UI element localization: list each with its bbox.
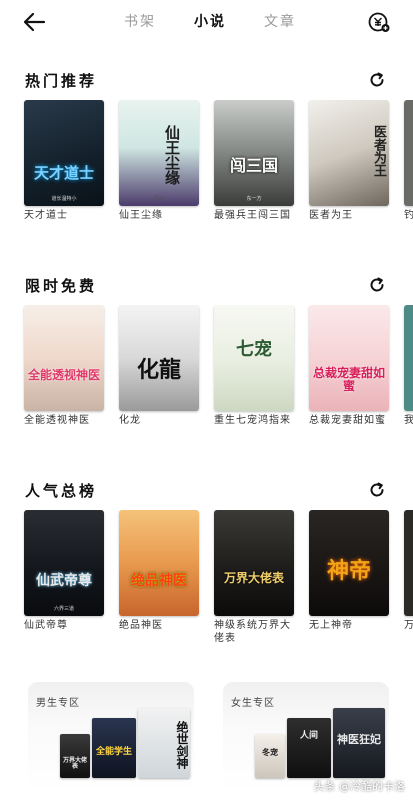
book-cover: 医者为王 <box>309 100 389 206</box>
tab-bar: 书架 小说 文章 <box>118 11 308 33</box>
category-card-male[interactable]: 男生专区 万界大佬表 全能学生 绝世剑神 <box>28 682 194 792</box>
section-title: 限时免费 <box>25 277 98 295</box>
book-title: 天才道士 <box>24 210 68 221</box>
book-card[interactable]: 万 <box>404 510 413 632</box>
book-cover: 全能透视神医 <box>24 305 104 411</box>
tab-bookshelf[interactable]: 书架 <box>124 11 156 31</box>
refresh-icon[interactable] <box>368 481 386 499</box>
coin-add-icon[interactable] <box>368 11 390 33</box>
book-row-free: 全能透视神医 全能透视神医 化龍 化龙 七宠 重生七宠鸿指来 总裁宠妻甜如蜜 总… <box>0 305 413 455</box>
mini-cover: 冬宠 <box>255 734 285 778</box>
section-header-popular: 人气总榜 <box>0 480 413 502</box>
book-cover: 闯三国 东一方 <box>214 100 294 206</box>
book-title: 绝品神医 <box>119 620 163 631</box>
book-cover <box>404 510 413 616</box>
book-title: 钓 <box>404 210 413 221</box>
section-title: 人气总榜 <box>25 482 98 500</box>
refresh-icon[interactable] <box>368 71 386 89</box>
book-card[interactable]: 医者为王 医者为王 <box>309 100 389 222</box>
book-card[interactable]: 全能透视神医 全能透视神医 <box>24 305 104 427</box>
book-title: 我 <box>404 415 413 426</box>
section-title: 热门推荐 <box>25 72 98 90</box>
book-title: 无上神帝 <box>309 620 353 631</box>
book-card[interactable]: 我 <box>404 305 413 427</box>
book-card[interactable]: 万界大佬表 神级系统万界大佬表 <box>214 510 294 645</box>
refresh-icon[interactable] <box>368 276 386 294</box>
back-arrow-icon[interactable] <box>22 11 46 33</box>
book-cover: 天才道士 道长温特小 <box>24 100 104 206</box>
book-card[interactable]: 七宠 重生七宠鸿指来 <box>214 305 294 427</box>
book-cover <box>404 100 413 206</box>
watermark-text: 头条 @冷酷的卡洛 <box>313 780 406 793</box>
book-title: 医者为王 <box>309 210 353 221</box>
book-cover: 神帝 <box>309 510 389 616</box>
mini-cover: 绝世剑神 <box>138 708 190 778</box>
book-card[interactable]: 仙武帝尊 六界三道 仙武帝尊 <box>24 510 104 632</box>
book-title: 全能透视神医 <box>24 415 90 426</box>
book-cover: 仙武帝尊 六界三道 <box>24 510 104 616</box>
book-card[interactable]: 总裁宠妻甜如蜜 总裁宠妻甜如蜜 <box>309 305 389 427</box>
book-title: 万 <box>404 620 413 631</box>
book-card[interactable]: 钓 <box>404 100 413 222</box>
category-card-female[interactable]: 女生专区 冬宠 人间 神医狂妃 <box>223 682 389 792</box>
book-title: 总裁宠妻甜如蜜 <box>309 415 386 426</box>
book-title: 最强兵王闯三国 <box>214 210 291 221</box>
tab-novel[interactable]: 小说 <box>194 11 226 31</box>
book-title: 重生七宠鸿指来 <box>214 415 291 426</box>
tab-article[interactable]: 文章 <box>264 11 296 31</box>
book-title: 仙武帝尊 <box>24 620 68 631</box>
book-card[interactable]: 绝品神医 绝品神医 <box>119 510 199 632</box>
book-row-hot: 天才道士 道长温特小 天才道士 仙王尘缘 顾木 仙王尘缘 闯三国 东一方 最强兵… <box>0 100 413 250</box>
category-label: 女生专区 <box>231 698 275 709</box>
category-label: 男生专区 <box>36 698 80 709</box>
book-row-popular: 仙武帝尊 六界三道 仙武帝尊 绝品神医 绝品神医 万界大佬表 神级系统万界大佬表… <box>0 510 413 660</box>
book-title: 神级系统万界大佬表 <box>214 620 291 644</box>
book-card[interactable]: 神帝 无上神帝 <box>309 510 389 632</box>
book-cover: 化龍 <box>119 305 199 411</box>
book-cover: 七宠 <box>214 305 294 411</box>
book-card[interactable]: 闯三国 东一方 最强兵王闯三国 <box>214 100 294 222</box>
book-cover: 总裁宠妻甜如蜜 <box>309 305 389 411</box>
book-card[interactable]: 天才道士 道长温特小 天才道士 <box>24 100 104 222</box>
book-cover: 绝品神医 <box>119 510 199 616</box>
mini-cover: 万界大佬表 <box>60 734 90 778</box>
book-title: 仙王尘缘 <box>119 210 163 221</box>
top-bar: 书架 小说 文章 <box>0 0 413 44</box>
section-header-hot: 热门推荐 <box>0 70 413 92</box>
book-cover: 仙王尘缘 顾木 <box>119 100 199 206</box>
section-header-free: 限时免费 <box>0 275 413 297</box>
book-cover <box>404 305 413 411</box>
book-card[interactable]: 化龍 化龙 <box>119 305 199 427</box>
mini-cover: 神医狂妃 <box>333 708 385 778</box>
book-title: 化龙 <box>119 415 141 426</box>
mini-cover: 人间 <box>287 718 331 778</box>
book-cover: 万界大佬表 <box>214 510 294 616</box>
book-card[interactable]: 仙王尘缘 顾木 仙王尘缘 <box>119 100 199 222</box>
mini-cover: 全能学生 <box>92 718 136 778</box>
